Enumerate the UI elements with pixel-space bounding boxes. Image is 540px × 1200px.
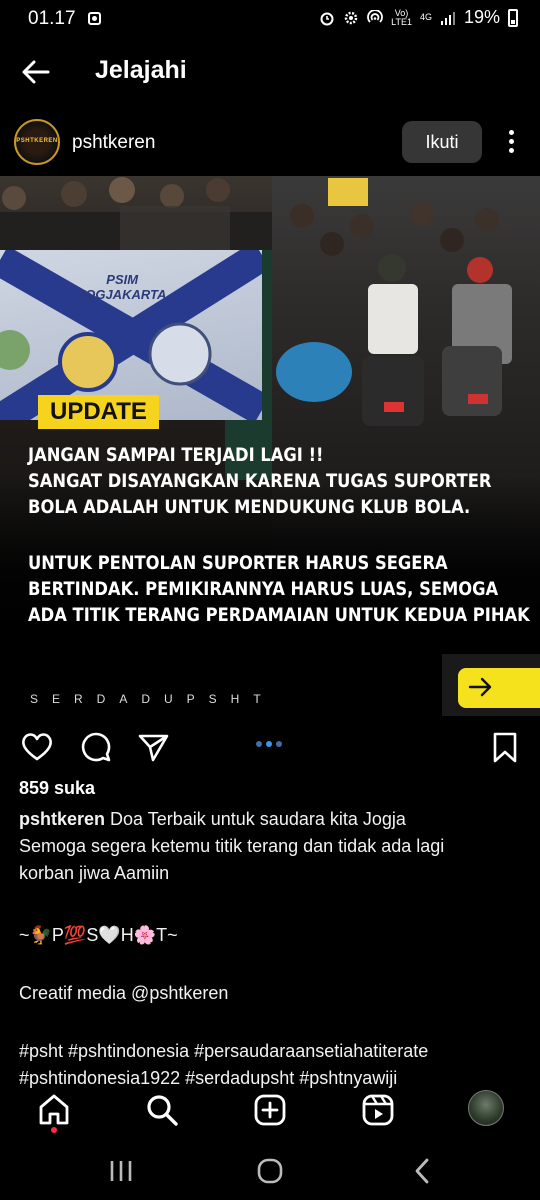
image-line: SANGAT DISAYANGKAN KARENA TUGAS SUPORTER [28, 470, 492, 492]
recents-icon[interactable] [106, 1156, 136, 1186]
profile-avatar[interactable] [468, 1090, 504, 1126]
banner-text-2: JOGJAKARTA [78, 287, 167, 302]
comment-icon[interactable] [79, 730, 113, 764]
post-header: PSHTKEREN pshtkeren Ikuti [0, 116, 540, 168]
create-icon[interactable] [252, 1092, 288, 1128]
hashtags[interactable]: #psht #pshtindonesia #persaudaraansetiah… [19, 1038, 519, 1065]
banner-text-1: PSIM [106, 272, 139, 287]
gear-icon [344, 11, 358, 24]
next-slide-button[interactable] [442, 654, 540, 716]
bookmark-icon[interactable] [488, 730, 522, 764]
network-type: 4G [419, 12, 432, 22]
image-line: BOLA ADALAH UNTUK MENDUKUNG KLUB BOLA. [28, 496, 471, 518]
bottom-nav [0, 1086, 540, 1134]
caption-line: korban jiwa Aamiin [19, 863, 170, 883]
image-line: JANGAN SAMPAI TERJADI LAGI !! [28, 444, 324, 466]
back-chevron-icon[interactable] [408, 1156, 438, 1186]
alarm-icon [320, 12, 334, 25]
notification-dot [51, 1127, 57, 1133]
like-count[interactable]: 859 suka [19, 778, 95, 799]
image-line: BERTINDAK. PEMIKIRANNYA HARUS LUAS, SEMO… [28, 578, 499, 600]
status-time: 01.17 [28, 8, 76, 29]
caption-line: ~🐓P💯S🤍H🌸T~ [19, 925, 178, 945]
avatar[interactable]: PSHTKEREN [14, 119, 60, 165]
search-icon[interactable] [144, 1092, 180, 1128]
volte-bottom: LTE1 [391, 16, 412, 27]
hotspot-icon [367, 9, 383, 23]
battery-icon [508, 8, 518, 27]
caption-line: Semoga segera ketemu titik terang dan ti… [19, 836, 445, 856]
caption-username[interactable]: pshtkeren [19, 809, 105, 829]
banner-title: PSIM JOGJAKARTA [78, 272, 166, 302]
post-actions [0, 724, 540, 768]
post-image[interactable]: PSIM JOGJAKARTA UPDATE JANGAN SAMPAI TER… [0, 176, 540, 716]
arrow-right-icon [468, 677, 492, 697]
home-circle-icon[interactable] [255, 1156, 285, 1186]
battery-percent: 19% [463, 7, 500, 27]
image-line: UNTUK PENTOLAN SUPORTER HARUS SEGERA [28, 552, 448, 574]
more-vertical-icon[interactable] [500, 126, 522, 158]
system-nav [0, 1148, 540, 1192]
status-bar: 01.17 Vo) LTE1 4G 19% [0, 0, 540, 38]
brand-mark: SERDADUPSHT [30, 692, 275, 706]
app-header: Jelajahi [0, 48, 540, 94]
caption-line: Doa Terbaik untuk saudara kita Jogja [110, 809, 406, 829]
page-title: Jelajahi [95, 56, 187, 84]
heart-icon[interactable] [20, 730, 54, 764]
screenshot-icon [88, 12, 101, 25]
image-line: ADA TITIK TERANG PERDAMAIAN UNTUK KEDUA … [28, 604, 530, 626]
status-icons: Vo) LTE1 4G 19% [319, 7, 518, 28]
carousel-indicator [256, 741, 282, 747]
arrow-left-icon[interactable] [18, 54, 54, 90]
image-caption: JANGAN SAMPAI TERJADI LAGI !! SANGAT DIS… [28, 442, 535, 628]
post-caption: pshtkeren Doa Terbaik untuk saudara kita… [19, 806, 519, 1092]
volte-label: Vo) LTE1 [391, 8, 412, 27]
update-badge: UPDATE [38, 395, 159, 429]
signal-icon [440, 11, 455, 25]
home-icon[interactable] [36, 1092, 72, 1128]
follow-button[interactable]: Ikuti [402, 121, 482, 163]
caption-line: Creatif media @pshtkeren [19, 983, 229, 1003]
avatar-logo-text: PSHTKEREN [16, 138, 58, 144]
reels-icon[interactable] [360, 1092, 396, 1128]
send-icon[interactable] [136, 730, 170, 764]
post-username[interactable]: pshtkeren [72, 132, 155, 154]
